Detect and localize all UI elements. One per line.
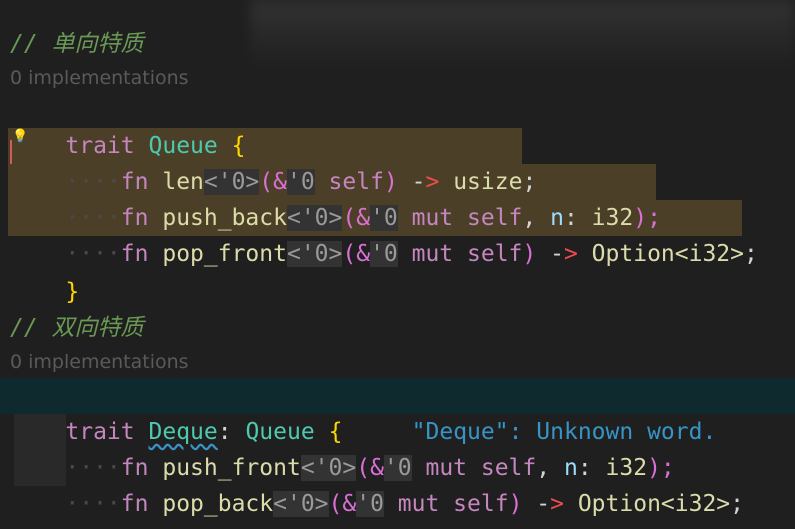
method-line[interactable]: ····fn push_front<'0>(&'0 mut self, n: i… — [10, 414, 675, 481]
close-brace-line[interactable]: } — [10, 486, 79, 529]
semicolon: ; — [744, 241, 758, 267]
arrow-head: > — [563, 241, 578, 267]
arrow-dash: - — [536, 241, 564, 267]
method-line[interactable]: ····fn pop_back<'0>(&'0 mut self) -> Opt… — [10, 450, 744, 517]
semicolon: ; — [730, 491, 745, 517]
lifetime-ref-hint: '0 — [370, 241, 398, 267]
keyword-mut: mut — [383, 491, 440, 517]
lifetime-hint: <'0> — [286, 241, 343, 267]
codelens-implementations[interactable]: 0 implementations — [10, 348, 189, 376]
paren-open: (& — [328, 491, 357, 517]
scrolled-text-ghost — [250, 0, 795, 70]
close-brace-line[interactable]: } — [10, 238, 79, 305]
lifetime-ref-hint: '0 — [356, 491, 384, 517]
keyword-fn: fn — [120, 491, 149, 517]
text-cursor — [10, 140, 12, 164]
method-line[interactable]: ····fn push_back<'0>(&'0 mut self, n: i3… — [10, 164, 661, 231]
paren-close: ) — [522, 241, 537, 267]
method-line[interactable]: ····fn len<'0>(&'0 self) -> usize; — [10, 128, 536, 195]
lightbulb-icon[interactable]: 💡 — [12, 130, 28, 144]
arrow-dash: - — [522, 491, 551, 517]
self-param: self — [439, 491, 509, 517]
keyword-fn: fn — [120, 241, 149, 267]
arrow-head: > — [550, 491, 564, 517]
trait-declaration-line[interactable]: trait Deque: Queue { "Deque": Unknown wo… — [10, 378, 716, 445]
keyword-mut: mut — [397, 241, 454, 267]
method-name: pop_front — [162, 241, 287, 267]
code-editor[interactable]: // 单向特质 0 implementations trait Queue { … — [0, 0, 795, 529]
method-name: pop_back — [162, 491, 274, 517]
trait-declaration-line[interactable]: trait Queue { — [10, 92, 245, 159]
paren-open: (& — [342, 241, 371, 267]
lifetime-hint: <'0> — [273, 491, 329, 517]
return-type: Option<i32> — [577, 241, 744, 267]
codelens-implementations[interactable]: 0 implementations — [10, 64, 189, 92]
paren-close: ) — [508, 491, 523, 517]
return-type: Option<i32> — [563, 491, 731, 517]
method-line[interactable]: ····fn pop_front<'0>(&'0 mut self) -> Op… — [10, 200, 758, 267]
self-param: self — [453, 241, 523, 267]
comment-line: // 双向特质 — [10, 315, 144, 341]
close-brace: } — [65, 279, 80, 305]
comment-line: // 单向特质 — [10, 31, 144, 57]
